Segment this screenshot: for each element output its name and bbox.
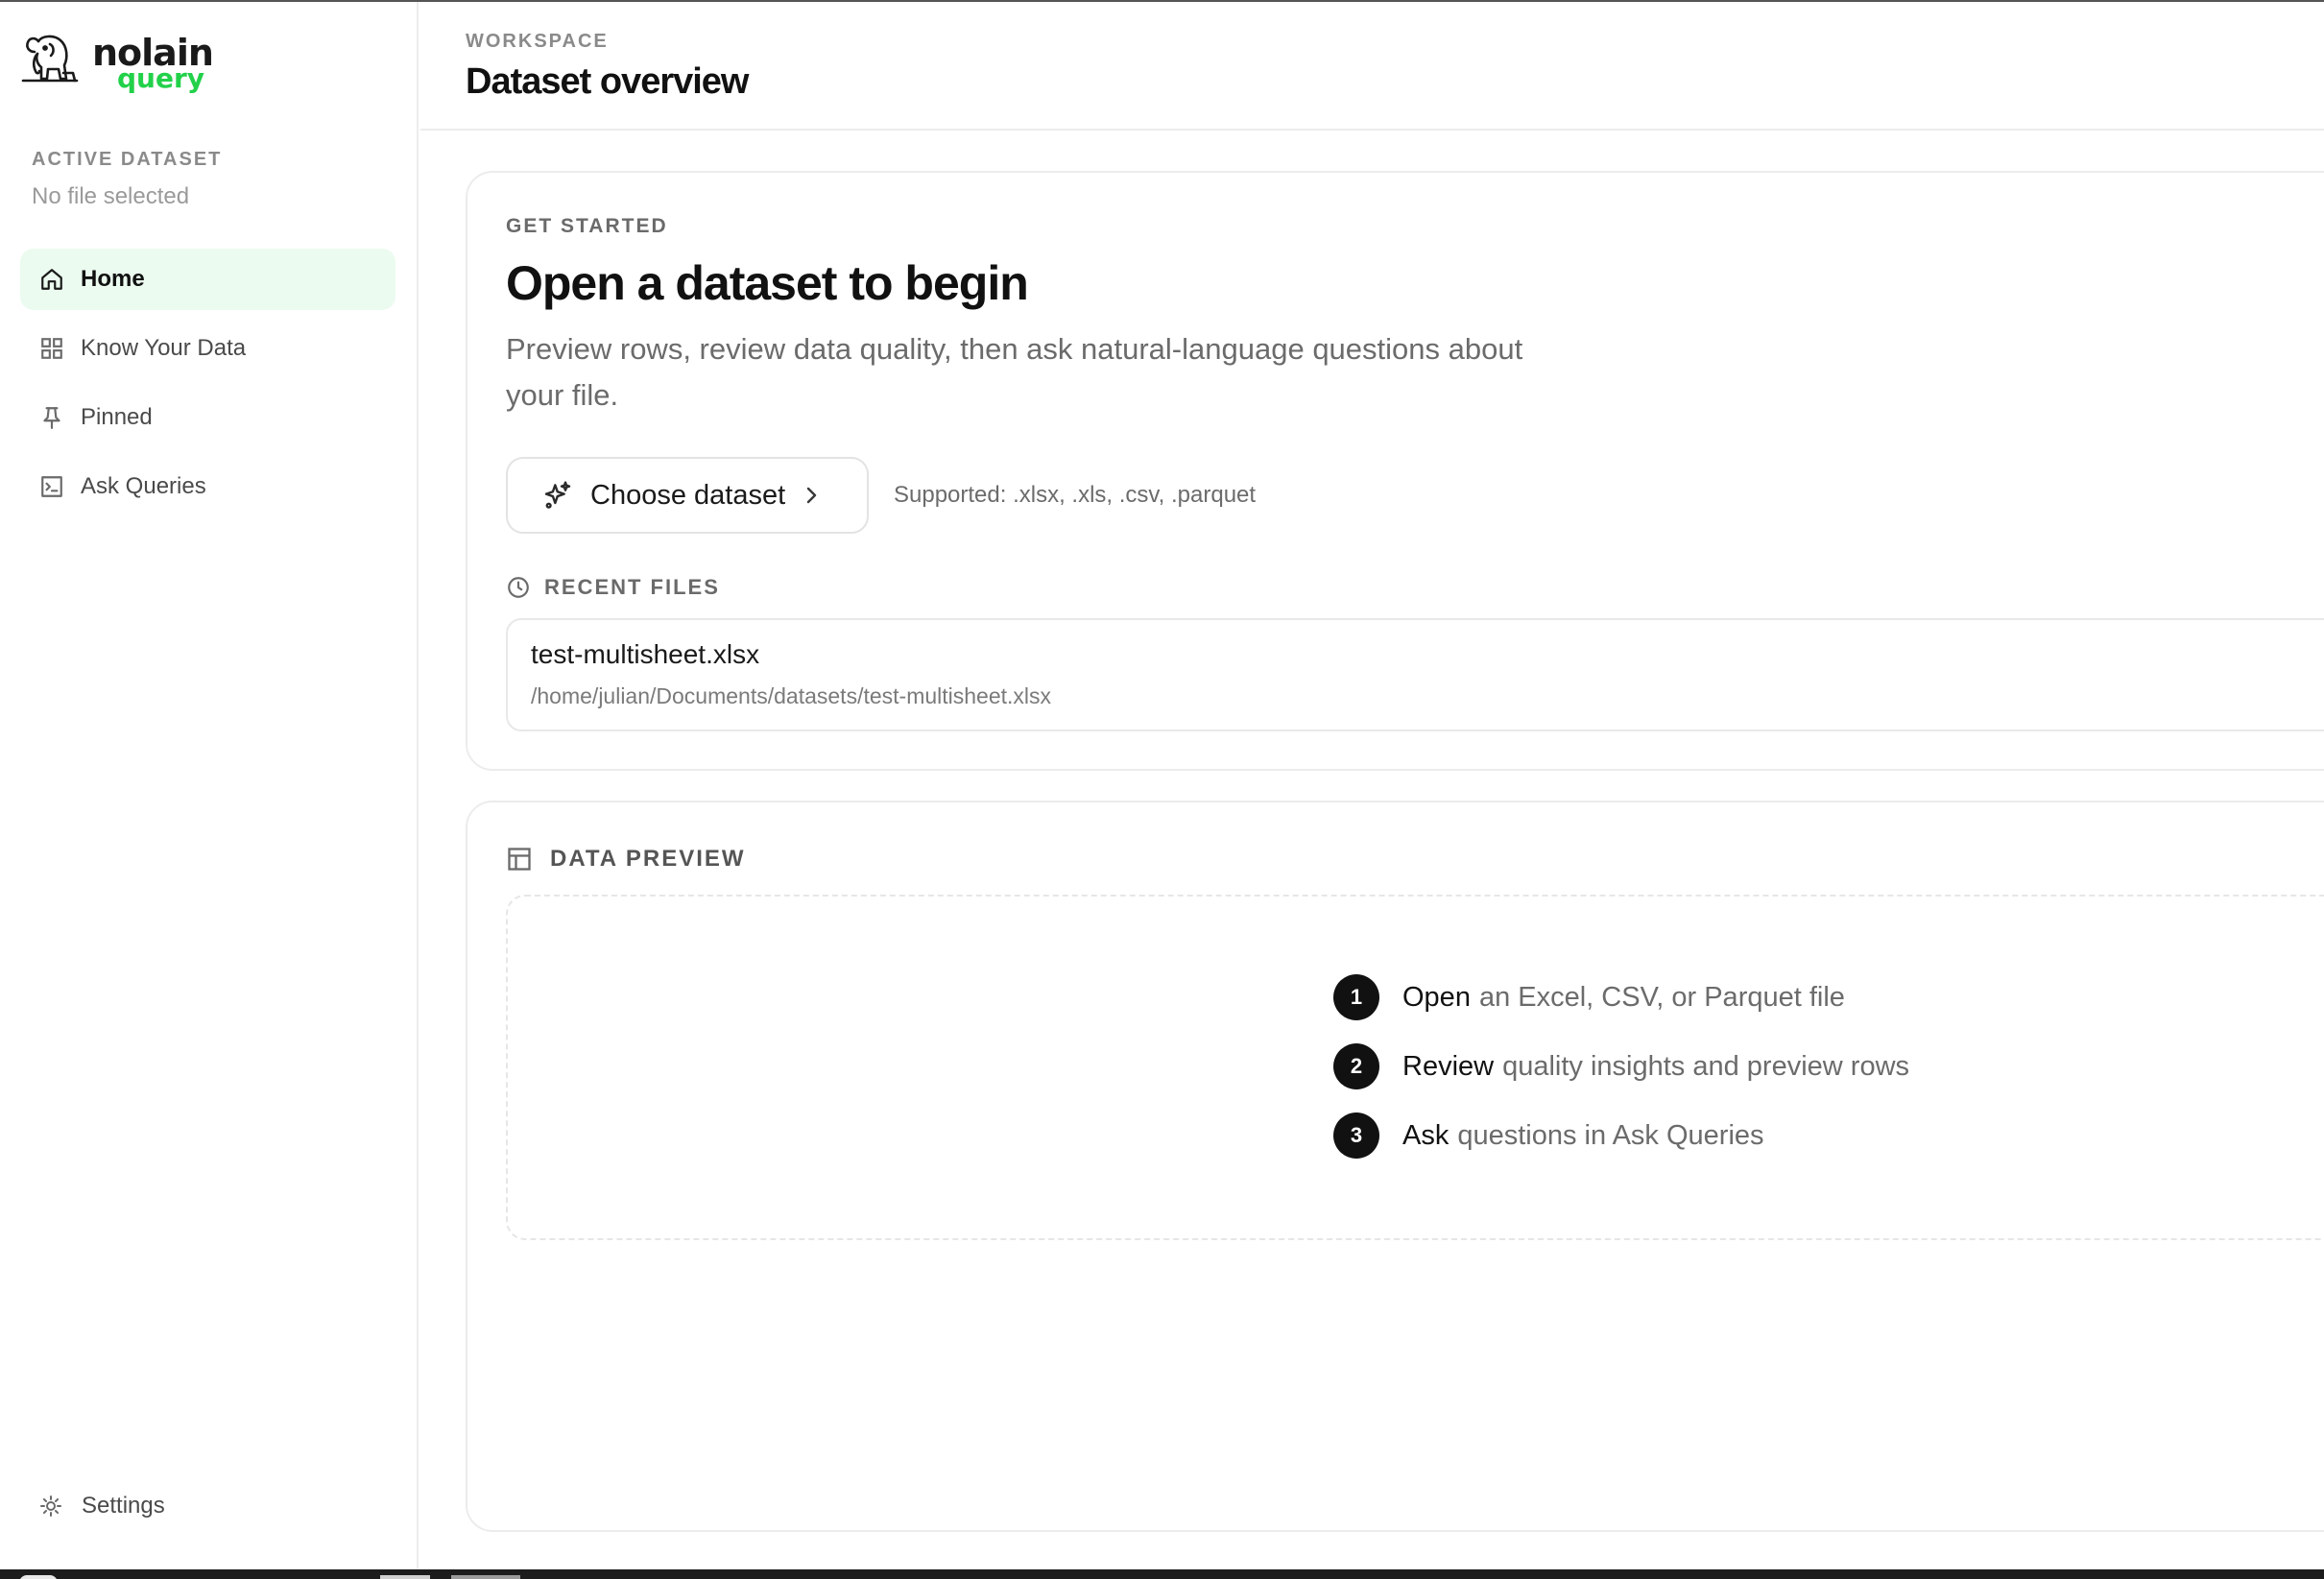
brand-logo[interactable]: nolain query bbox=[21, 31, 214, 94]
sidebar-item-label: Home bbox=[81, 266, 145, 292]
recent-files-label: RECENT FILES bbox=[544, 575, 720, 599]
get-started-label: GET STARTED bbox=[506, 215, 668, 237]
sparkle-icon bbox=[542, 479, 575, 512]
settings-button[interactable]: Settings bbox=[38, 1493, 165, 1519]
step-action: Open bbox=[1402, 981, 1471, 1013]
step-item: 2 Review quality insights and preview ro… bbox=[1333, 1042, 1909, 1090]
supported-formats: Supported: .xlsx, .xls, .csv, .parquet bbox=[894, 482, 1257, 508]
page-header: WORKSPACE Dataset overview bbox=[420, 2, 2324, 131]
gear-icon bbox=[38, 1494, 63, 1519]
step-number-badge: 2 bbox=[1333, 1043, 1379, 1089]
sidebar-nav: Home Know Your Data Pinned Ask Queries bbox=[20, 249, 395, 525]
active-dataset-label: ACTIVE DATASET bbox=[32, 149, 223, 170]
step-action: Ask bbox=[1402, 1119, 1450, 1151]
sidebar-item-ask-queries[interactable]: Ask Queries bbox=[20, 456, 395, 517]
step-description: questions in Ask Queries bbox=[1457, 1119, 1764, 1151]
pin-icon bbox=[38, 404, 65, 431]
settings-label: Settings bbox=[82, 1493, 165, 1519]
sidebar-item-home[interactable]: Home bbox=[20, 249, 395, 310]
taskbar-item[interactable] bbox=[451, 1575, 520, 1579]
step-description: an Excel, CSV, or Parquet file bbox=[1478, 981, 1845, 1013]
recent-files-header: RECENT FILES bbox=[506, 574, 720, 601]
step-item: 3 Ask questions in Ask Queries bbox=[1333, 1112, 1909, 1160]
active-dataset-value: No file selected bbox=[32, 183, 190, 209]
clock-icon bbox=[506, 574, 533, 601]
get-started-title: Open a dataset to begin bbox=[506, 256, 1029, 310]
table-icon bbox=[506, 845, 535, 873]
onboarding-steps: 1 Open an Excel, CSV, or Parquet file 2 … bbox=[1333, 973, 1909, 1181]
elephant-logo-icon bbox=[21, 31, 79, 86]
get-started-card: GET STARTED Open a dataset to begin Prev… bbox=[466, 171, 2324, 771]
taskbar-item[interactable] bbox=[19, 1575, 58, 1579]
step-number-badge: 3 bbox=[1333, 1112, 1379, 1159]
sidebar: nolain query ACTIVE DATASET No file sele… bbox=[0, 2, 419, 1569]
step-number-badge: 1 bbox=[1333, 974, 1379, 1020]
sidebar-item-pinned[interactable]: Pinned bbox=[20, 387, 395, 448]
chevron-right-icon bbox=[804, 484, 824, 507]
choose-dataset-label: Choose dataset bbox=[590, 479, 786, 511]
sidebar-item-label: Pinned bbox=[81, 404, 153, 430]
recent-file-path: /home/julian/Documents/datasets/test-mul… bbox=[531, 683, 1052, 708]
recent-file-item[interactable]: test-multisheet.xlsx /home/julian/Docume… bbox=[506, 618, 2324, 731]
preview-drop-zone: 1 Open an Excel, CSV, or Parquet file 2 … bbox=[506, 895, 2324, 1240]
step-item: 1 Open an Excel, CSV, or Parquet file bbox=[1333, 973, 1909, 1021]
sidebar-item-label: Know Your Data bbox=[81, 335, 247, 361]
recent-file-name: test-multisheet.xlsx bbox=[531, 639, 760, 669]
grid-icon bbox=[38, 335, 65, 362]
brand-subtitle: query bbox=[117, 62, 205, 94]
terminal-icon bbox=[38, 473, 65, 500]
os-taskbar bbox=[0, 1569, 2324, 1579]
get-started-description: Preview rows, review data quality, then … bbox=[506, 332, 1523, 412]
data-preview-header: DATA PREVIEW bbox=[506, 845, 746, 873]
taskbar-item[interactable] bbox=[380, 1575, 430, 1579]
header-eyebrow: WORKSPACE bbox=[466, 31, 609, 52]
sidebar-item-know-your-data[interactable]: Know Your Data bbox=[20, 318, 395, 379]
data-preview-card: DATA PREVIEW 1 Open an Excel, CSV, or Pa… bbox=[466, 801, 2324, 1532]
step-action: Review bbox=[1402, 1050, 1495, 1082]
sidebar-item-label: Ask Queries bbox=[81, 473, 206, 499]
home-icon bbox=[38, 266, 65, 293]
step-description: quality insights and preview rows bbox=[1502, 1050, 1910, 1082]
choose-dataset-button[interactable]: Choose dataset bbox=[506, 457, 869, 534]
page-title: Dataset overview bbox=[466, 61, 749, 102]
data-preview-label: DATA PREVIEW bbox=[550, 846, 746, 872]
